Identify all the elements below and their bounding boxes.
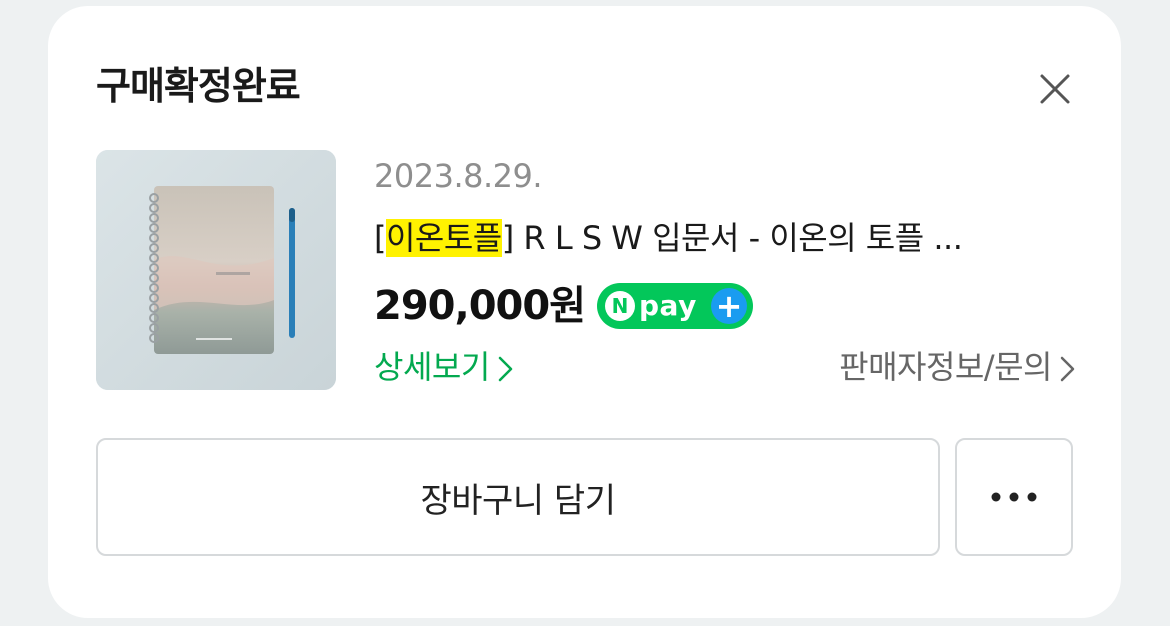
product-name-highlight: 이온토플 — [385, 219, 502, 257]
npay-plus-badge: N pay + — [597, 283, 753, 329]
seller-info-link[interactable]: 판매자정보/문의 — [839, 344, 1076, 390]
purchase-confirmed-card: 구매확정완료 2023.8.29. [이온토플] R L S W 입문서 - 이… — [48, 6, 1121, 618]
close-icon — [1040, 74, 1070, 104]
npay-label: pay — [639, 289, 697, 322]
add-to-cart-button[interactable]: 장바구니 담기 — [96, 438, 940, 556]
product-name-prefix: [ — [374, 219, 386, 257]
close-button[interactable] — [1030, 64, 1080, 114]
product-thumbnail[interactable] — [96, 150, 336, 390]
more-dots-icon — [991, 492, 1037, 502]
npay-plus-icon: + — [711, 288, 747, 324]
chevron-right-icon — [498, 356, 513, 382]
dialog-title: 구매확정완료 — [96, 64, 301, 108]
npay-n-icon: N — [605, 291, 635, 321]
product-price: 290,000원 — [374, 283, 586, 329]
product-name[interactable]: [이온토플] R L S W 입문서 - 이온의 토플 ... — [374, 216, 1074, 260]
view-details-link[interactable]: 상세보기 — [374, 344, 514, 390]
price-row: 290,000원 N pay + — [374, 278, 753, 334]
product-name-rest: ] R L S W 입문서 - 이온의 토플 ... — [501, 219, 963, 257]
chevron-right-icon — [1060, 356, 1075, 382]
order-date: 2023.8.29. — [374, 157, 543, 195]
more-options-button[interactable] — [955, 438, 1073, 556]
view-details-label: 상세보기 — [374, 348, 490, 386]
seller-info-label: 판매자정보/문의 — [839, 348, 1052, 386]
notebook-thumbnail — [96, 150, 336, 390]
